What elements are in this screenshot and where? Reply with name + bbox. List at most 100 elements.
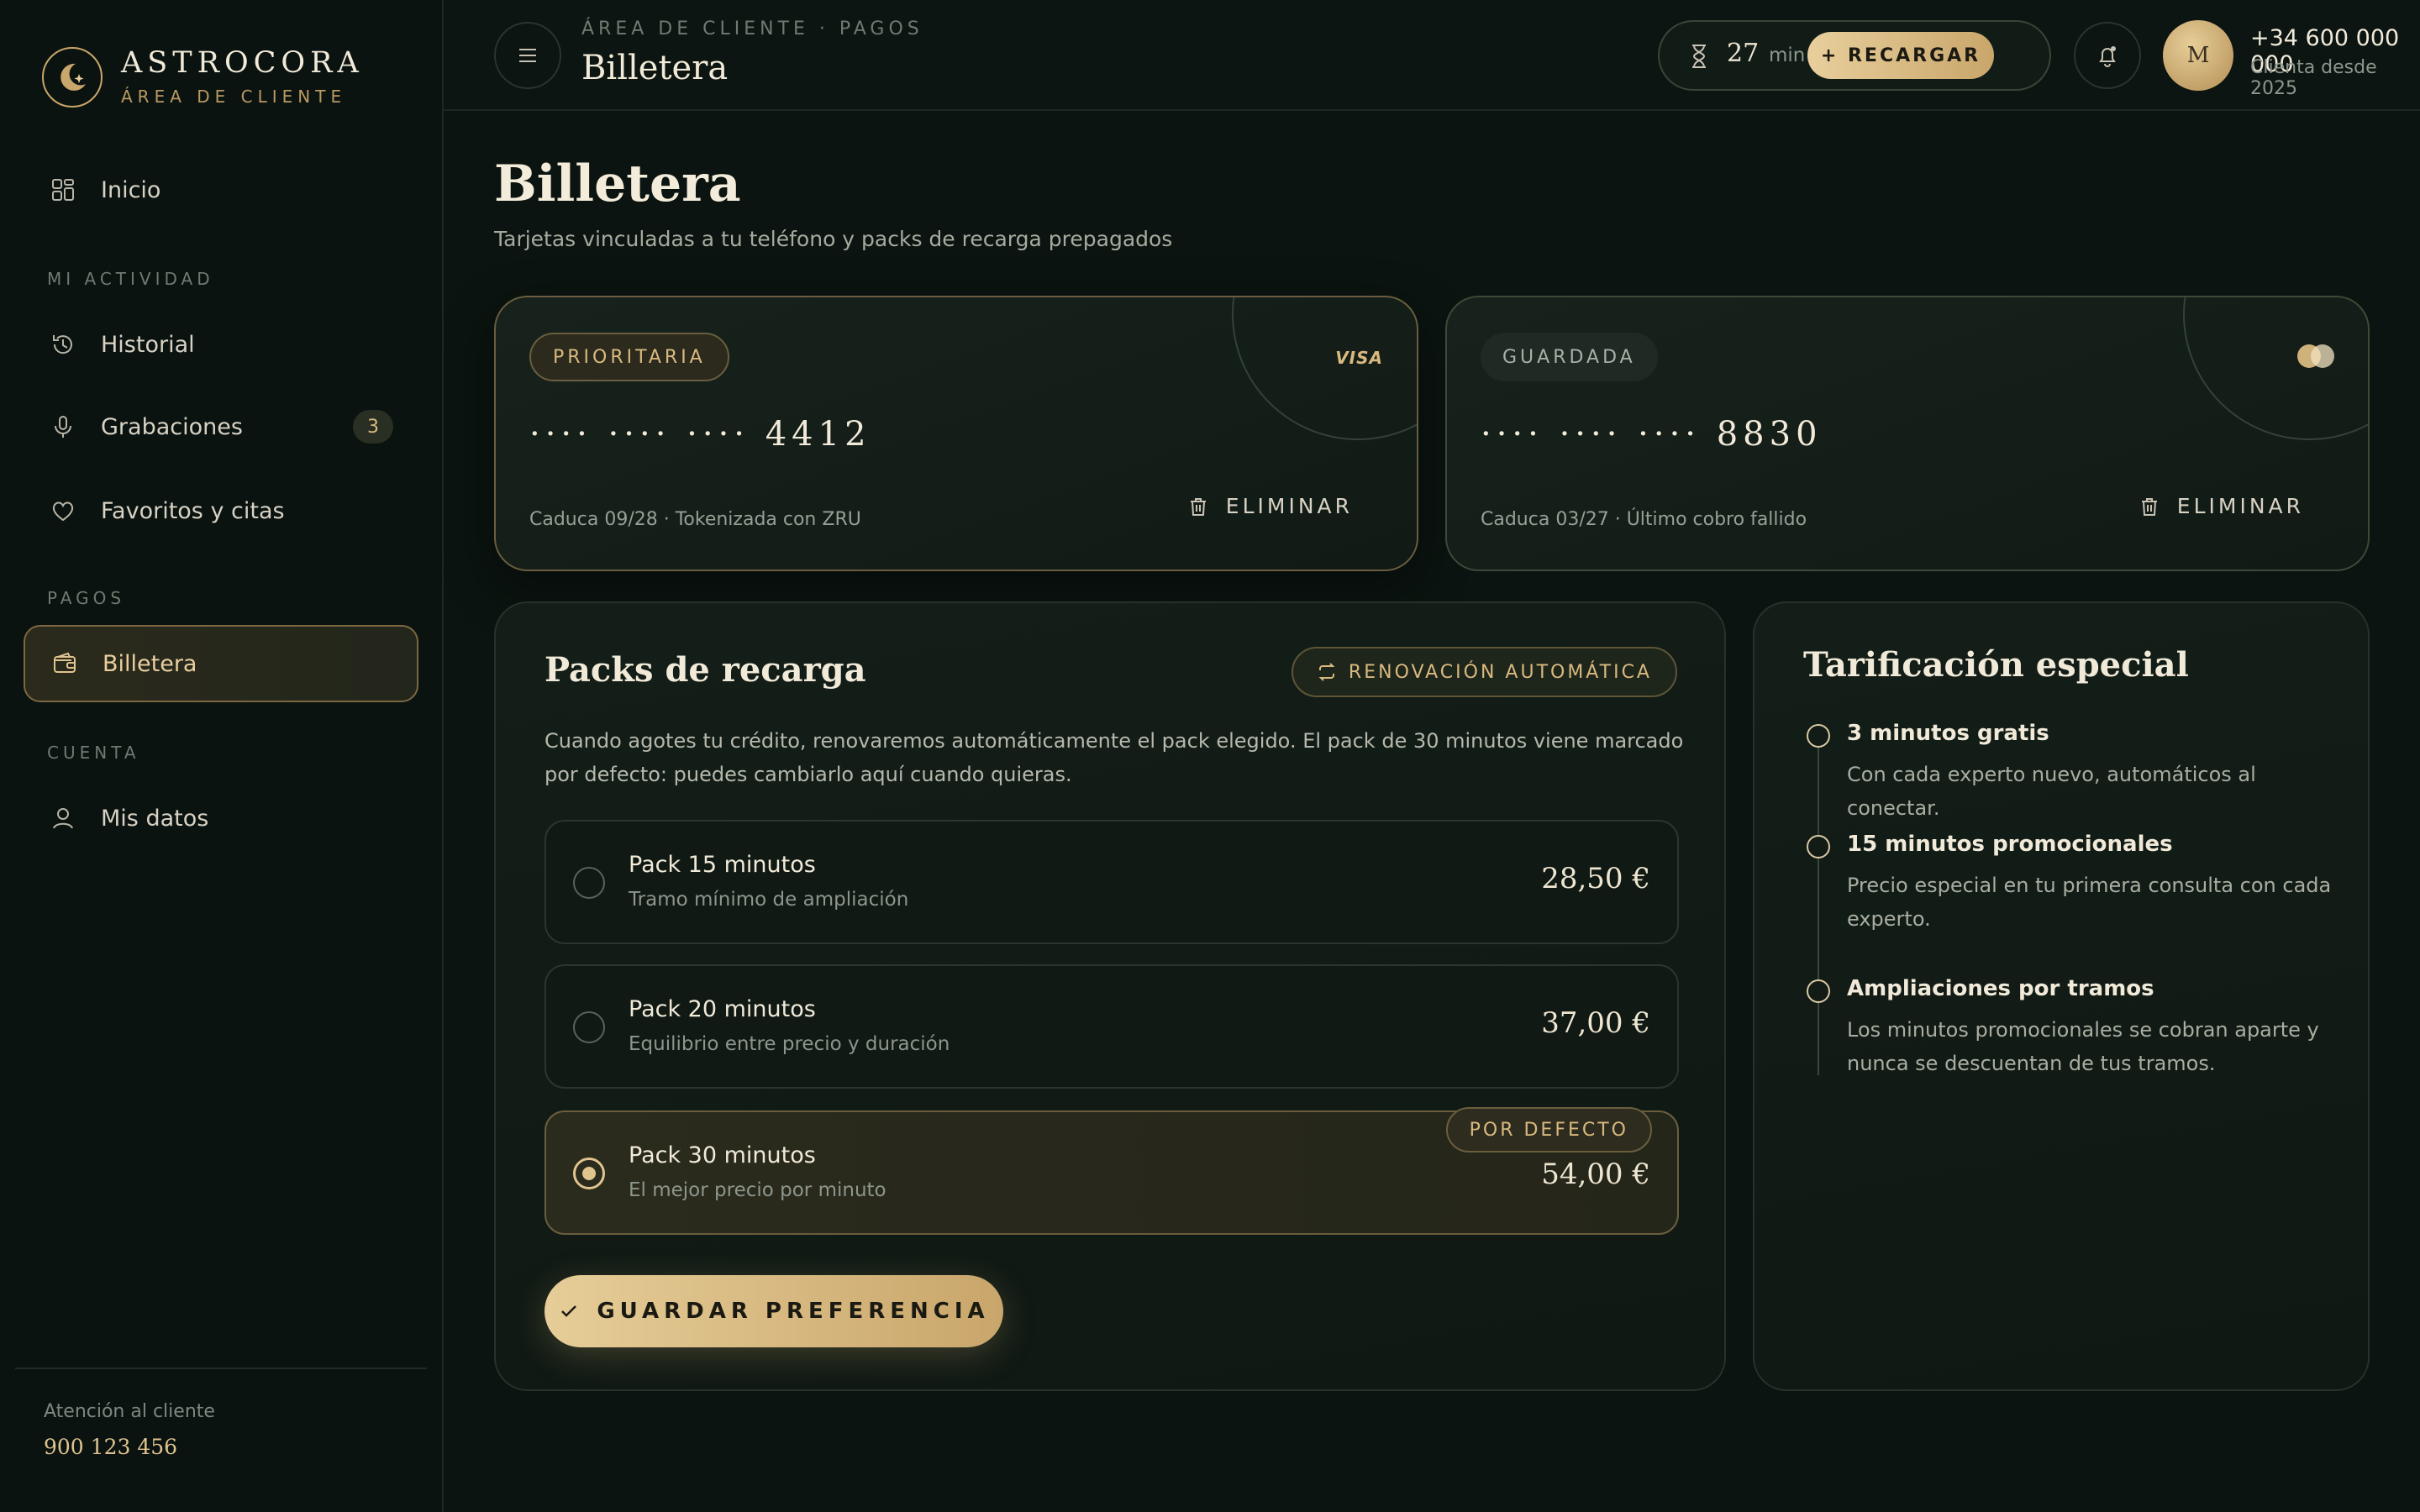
grid-icon (49, 176, 77, 204)
pack-name: Pack 15 minutos (629, 852, 816, 878)
mic-icon (49, 412, 77, 441)
pack-option-15[interactable]: Pack 15 minutos Tramo mínimo de ampliaci… (544, 820, 1679, 944)
card-meta: Caduca 03/27 · Último cobro fallido (1481, 509, 1807, 530)
sidebar-item-billetera[interactable]: Billetera (24, 625, 418, 702)
card-meta: Caduca 09/28 · Tokenizada con ZRU (529, 509, 861, 530)
credit-minutes: 27 (1727, 39, 1760, 68)
payment-card-primary[interactable]: PRIORITARIA VISA ···· ···· ···· 4412 Cad… (494, 296, 1418, 571)
hamburger-icon (519, 49, 536, 62)
auto-renewal-button[interactable]: RENOVACIÓN AUTOMÁTICA (1291, 647, 1677, 697)
sidebar-item-historial[interactable]: Historial (24, 306, 418, 383)
pack-option-20[interactable]: Pack 20 minutos Equilibrio entre precio … (544, 964, 1679, 1089)
menu-button[interactable] (494, 22, 561, 89)
pack-price: 28,50 € (1541, 862, 1650, 895)
pack-subtitle: El mejor precio por minuto (629, 1179, 886, 1201)
timeline-dot (1807, 835, 1830, 858)
pack-name: Pack 30 minutos (629, 1142, 816, 1168)
topbar: ÁREA DE CLIENTE · PAGOS Billetera 27 min… (444, 0, 2420, 111)
card-tag: PRIORITARIA (529, 333, 729, 381)
user-since: Clienta desde 2025 (2250, 57, 2377, 99)
payment-card-saved[interactable]: GUARDADA ···· ···· ···· 8830 Caduca 03/2… (1445, 296, 2370, 571)
pack-price: 54,00 € (1541, 1158, 1650, 1191)
sidebar-item-label: Grabaciones (101, 413, 243, 440)
page-subtitle: Tarjetas vinculadas a tu teléfono y pack… (494, 227, 1173, 251)
delete-card-button[interactable]: ELIMINAR (1187, 494, 1353, 518)
topbar-title: Billetera (581, 49, 729, 87)
avatar[interactable]: M (2163, 20, 2233, 91)
hourglass-icon (1692, 45, 1706, 68)
credit-pill: 27 min + RECARGAR (1658, 20, 2051, 91)
page-title: Billetera (494, 155, 741, 213)
auto-renewal-label: RENOVACIÓN AUTOMÁTICA (1348, 661, 1652, 683)
moon-star-logo-icon (42, 47, 103, 108)
sidebar-item-label: Favoritos y citas (101, 497, 285, 524)
pack-option-30[interactable]: Pack 30 minutos El mejor precio por minu… (544, 1107, 1679, 1235)
pack-subtitle: Equilibrio entre precio y duración (629, 1033, 950, 1055)
delete-card-button[interactable]: ELIMINAR (2139, 494, 2304, 518)
brand[interactable]: ASTROCORA ÁREA DE CLIENTE (42, 47, 364, 108)
timeline-item: 3 minutos gratis Con cada experto nuevo,… (1803, 721, 2341, 825)
sidebar-item-inicio[interactable]: Inicio (24, 151, 418, 228)
wallet-icon (50, 649, 79, 678)
recordings-count-badge: 3 (353, 410, 393, 444)
sidebar-item-label: Billetera (103, 650, 197, 677)
pack-price: 37,00 € (1541, 1006, 1650, 1040)
special-pricing-panel: Tarificación especial 3 minutos gratis C… (1753, 601, 2370, 1391)
default-badge: POR DEFECTO (1445, 1107, 1652, 1152)
sidebar-item-mis-datos[interactable]: Mis datos (24, 780, 418, 857)
visa-logo: VISA (1335, 348, 1383, 368)
save-preference-button[interactable]: GUARDAR PREFERENCIA (544, 1275, 1003, 1347)
repeat-icon (1318, 663, 1335, 681)
section-label-activity: MI ACTIVIDAD (47, 269, 214, 289)
timeline-text: Los minutos promocionales se cobran apar… (1847, 1018, 2319, 1075)
timeline-item: 15 minutos promocionales Precio especial… (1803, 832, 2341, 936)
card-decoration (2183, 297, 2368, 440)
timeline-text: Precio especial en tu primera consulta c… (1847, 874, 2332, 931)
credit-unit: min (1769, 45, 1806, 66)
delete-label: ELIMINAR (2176, 494, 2304, 518)
timeline-title: 3 minutos gratis (1847, 721, 2049, 746)
breadcrumb: ÁREA DE CLIENTE · PAGOS (581, 18, 923, 39)
card-number: ···· ···· ···· 4412 (529, 415, 871, 454)
trash-icon (1190, 497, 1206, 516)
timeline-item: Ampliaciones por tramos Los minutos prom… (1803, 976, 2341, 1080)
support-label: Atención al cliente (44, 1401, 215, 1422)
sidebar: ASTROCORA ÁREA DE CLIENTE Inicio MI ACTI… (0, 0, 444, 1512)
sidebar-item-favoritos[interactable]: Favoritos y citas (24, 472, 418, 549)
sidebar-item-label: Mis datos (101, 805, 209, 832)
trash-icon (2141, 497, 2157, 516)
sidebar-divider (15, 1368, 427, 1369)
delete-label: ELIMINAR (1225, 494, 1353, 518)
sidebar-item-grabaciones[interactable]: Grabaciones 3 (24, 388, 418, 465)
pack-subtitle: Tramo mínimo de ampliación (629, 889, 909, 911)
sidebar-item-label: Historial (101, 331, 195, 358)
special-title: Tarificación especial (1803, 645, 2189, 685)
check-icon (561, 1305, 577, 1317)
notifications-button[interactable] (2074, 22, 2141, 89)
brand-subtitle: ÁREA DE CLIENTE (121, 86, 347, 107)
timeline-title: Ampliaciones por tramos (1847, 976, 2154, 1001)
timeline-dot (1807, 724, 1830, 748)
pack-radio-selected[interactable] (573, 1158, 605, 1189)
card-number: ···· ···· ···· 8830 (1481, 415, 1823, 454)
recharge-button[interactable]: + RECARGAR (1807, 32, 1994, 79)
card-tag: GUARDADA (1481, 333, 1658, 381)
section-label-payments: PAGOS (47, 588, 126, 608)
timeline-title: 15 minutos promocionales (1847, 832, 2173, 857)
timeline-dot (1807, 979, 1830, 1003)
packs-title: Packs de recarga (544, 650, 866, 690)
bell-icon (2099, 46, 2116, 67)
pack-name: Pack 20 minutos (629, 996, 816, 1022)
user-icon (49, 804, 77, 832)
packs-description: Cuando agotes tu crédito, renovaremos au… (544, 729, 1684, 786)
packs-panel: Packs de recarga RENOVACIÓN AUTOMÁTICA C… (494, 601, 1726, 1391)
pack-radio[interactable] (573, 1011, 605, 1043)
support-phone[interactable]: 900 123 456 (44, 1435, 177, 1459)
timeline-text: Con cada experto nuevo, automáticos al c… (1847, 763, 2256, 820)
pack-radio[interactable] (573, 867, 605, 899)
heart-icon (49, 496, 77, 525)
sidebar-item-label: Inicio (101, 176, 161, 203)
history-icon (49, 330, 77, 359)
save-preference-label: GUARDAR PREFERENCIA (597, 1299, 990, 1324)
section-label-account: CUENTA (47, 743, 140, 763)
